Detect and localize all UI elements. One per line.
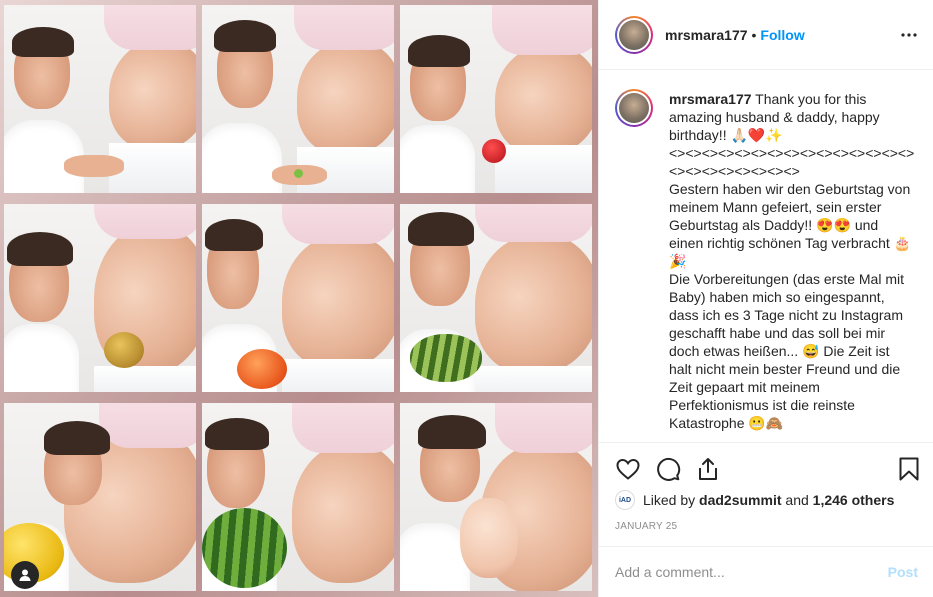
caption-line-11: Baby) haben mich so eingespannt, <box>669 289 885 305</box>
tagged-users-button[interactable] <box>11 561 39 589</box>
collage-photo-3 <box>400 5 592 193</box>
comment-icon[interactable] <box>655 456 681 482</box>
collage-photo-8 <box>202 403 394 591</box>
post-comment-button[interactable]: Post <box>888 564 918 580</box>
liked-by-user[interactable]: dad2summit <box>699 492 781 508</box>
caption-line-13: geschafft habe und das soll bei mir <box>669 325 886 341</box>
post-header: mrsmara177 • Follow <box>599 0 933 70</box>
caption-line-16: Zeit gepaart mit meinem <box>669 379 820 395</box>
collage-photo-9 <box>400 403 592 591</box>
caption-line-10: Die Vorbereitungen (das erste Mal mit <box>669 271 904 287</box>
liked-by-prefix: Liked by <box>643 492 696 508</box>
user-tag-icon <box>19 569 31 581</box>
caption-line-9: 🎉 <box>669 253 687 269</box>
collage-photo-1 <box>4 5 196 193</box>
heart-icon[interactable] <box>615 456 641 482</box>
caption-line-0: Thank you for this <box>755 91 867 107</box>
post-details-panel: mrsmara177 • Follow mrsmara177 Thank you… <box>598 0 933 597</box>
caption-text: mrsmara177 Thank you for this amazing hu… <box>669 90 920 442</box>
caption-line-8: einen richtig schönen Tag verbracht 🎂 <box>669 235 912 251</box>
caption-author-avatar[interactable] <box>615 89 653 127</box>
caption-line-18: Katastrophe 😬🙈 <box>669 415 784 431</box>
caption-line-5: Gestern haben wir den Geburtstag von <box>669 181 911 197</box>
caption-line-1: amazing husband & daddy, happy <box>669 109 880 125</box>
header-separator: • <box>751 26 757 43</box>
caption-username[interactable]: mrsmara177 <box>669 91 752 107</box>
author-username[interactable]: mrsmara177 <box>665 27 748 43</box>
caption-line-3: <><><><><><><><><><><><><><><> <box>669 145 915 161</box>
post-image[interactable] <box>0 0 598 597</box>
follow-button[interactable]: Follow <box>760 27 804 43</box>
collage-photo-5 <box>202 204 394 392</box>
share-icon[interactable] <box>695 456 721 482</box>
liked-and: and <box>785 492 809 508</box>
caption-line-17: Perfektionismus ist die reinste <box>669 397 855 413</box>
caption-line-12: dass ich es 3 Tage nicht zu Instagram <box>669 307 903 323</box>
post-date[interactable]: JANUARY 25 <box>615 521 677 532</box>
action-bar <box>599 444 933 489</box>
caption-line-4: <><><><><><><><> <box>669 163 800 179</box>
caption-line-7: Geburtstag als Daddy!! 😍😍 und <box>669 217 879 233</box>
more-horizontal-icon[interactable] <box>900 26 918 44</box>
collage-photo-4 <box>4 204 196 392</box>
collage-photo-6 <box>400 204 592 392</box>
caption-line-2: birthday!! 🙏🏻❤️✨ <box>669 127 783 143</box>
bookmark-icon[interactable] <box>896 456 922 482</box>
liker-avatar[interactable]: iAD <box>615 490 635 510</box>
caption-line-6: meinem Mann gefeiert, sein erster <box>669 199 882 215</box>
collage-photo-2 <box>202 5 394 193</box>
comment-bar: Post <box>599 546 933 597</box>
caption-line-15: halt nicht mein bester Freund und die <box>669 361 901 377</box>
caption-line-14: doch etwas heißen... 😅 Die Zeit ist <box>669 343 890 359</box>
likes-summary: iAD Liked by dad2summit and 1,246 others <box>615 490 894 510</box>
liked-others-link[interactable]: 1,246 others <box>813 492 895 508</box>
comment-input[interactable] <box>615 564 888 580</box>
caption-section: mrsmara177 Thank you for this amazing hu… <box>599 71 933 443</box>
author-avatar[interactable] <box>615 15 653 54</box>
